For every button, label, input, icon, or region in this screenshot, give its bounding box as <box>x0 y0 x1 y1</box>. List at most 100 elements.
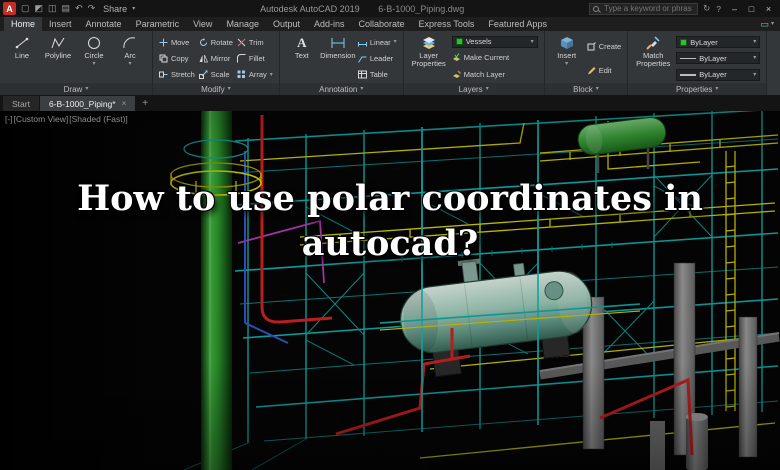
chevron-down-icon: ▾ <box>753 39 757 46</box>
make-current-button[interactable]: Make Current <box>452 51 538 64</box>
ribbon-display-toggle[interactable]: ▭ ▾ <box>754 17 780 31</box>
circle-button[interactable]: Circle ▾ <box>78 33 110 83</box>
maximize-button[interactable]: □ <box>743 1 760 17</box>
layer-dropdown[interactable]: Vessels ▾ <box>451 35 538 48</box>
title-line-1: How to use polar coordinates in <box>77 178 703 219</box>
new-file-icon[interactable]: ▢ <box>21 3 30 14</box>
layer-properties-button[interactable]: Layer Properties <box>410 33 448 83</box>
stretch-button[interactable]: Stretch <box>159 68 195 81</box>
arc-icon <box>123 37 136 49</box>
redo-icon[interactable]: ↷ <box>88 3 96 14</box>
lineweight-value: ByLayer <box>699 70 727 80</box>
panel-name: Properties <box>675 84 713 94</box>
match-layer-button[interactable]: Match Layer <box>452 68 538 81</box>
help-search <box>589 2 699 15</box>
open-file-icon[interactable]: ◩ <box>35 3 44 14</box>
edit-block-button[interactable]: Edit <box>587 64 622 77</box>
tab-featured-apps[interactable]: Featured Apps <box>481 17 554 31</box>
lineweight-dropdown[interactable]: ByLayer ▾ <box>676 68 761 81</box>
circle-icon <box>88 37 100 49</box>
panel-footer-draw[interactable]: Draw ▾ <box>0 83 152 95</box>
linetype-dropdown[interactable]: ByLayer ▾ <box>676 52 761 65</box>
rotate-icon <box>199 37 207 46</box>
tab-collaborate[interactable]: Collaborate <box>352 17 412 31</box>
object-color-value: ByLayer <box>690 37 718 47</box>
chevron-down-icon: ▾ <box>595 86 599 92</box>
array-button[interactable]: Array ▾ <box>237 68 273 81</box>
panel-annotation: A Text Dimension Linear ▾ Leader Table An… <box>279 31 404 95</box>
panel-footer-layers[interactable]: Layers ▾ <box>403 83 544 95</box>
mirror-icon <box>199 54 208 63</box>
viewport-menu-control[interactable]: [-] <box>5 114 13 124</box>
autocad-logo-icon[interactable]: A <box>3 2 16 15</box>
close-button[interactable]: × <box>760 1 777 17</box>
panel-footer-properties[interactable]: Properties ▾ <box>628 83 767 95</box>
panel-footer-annotation[interactable]: Annotation ▾ <box>279 83 403 95</box>
tab-output[interactable]: Output <box>266 17 307 31</box>
drawing-canvas[interactable] <box>0 111 780 470</box>
panel-name: Modify <box>201 84 225 94</box>
tab-express-tools[interactable]: Express Tools <box>412 17 482 31</box>
table-button[interactable]: Table <box>357 68 397 81</box>
line-button[interactable]: Line <box>6 33 38 83</box>
text-button[interactable]: A Text <box>286 33 318 83</box>
panel-footer-block[interactable]: Block ▾ <box>544 83 628 95</box>
sync-icon[interactable]: ↻ <box>703 3 710 14</box>
dimension-label: Dimension <box>320 51 356 60</box>
tab-manage[interactable]: Manage <box>219 17 266 31</box>
line-label: Line <box>14 51 30 60</box>
mirror-button[interactable]: Mirror <box>199 52 233 65</box>
linear-button[interactable]: Linear ▾ <box>357 36 397 49</box>
linetype-icon <box>680 57 697 59</box>
quick-access-toolbar: ▢ ◩ ◫ ▤ ↶ ↷ Share ▾ <box>21 3 135 14</box>
chevron-down-icon: ▾ <box>565 60 569 67</box>
save-file-icon[interactable]: ◫ <box>48 3 57 14</box>
object-color-dropdown[interactable]: ByLayer ▾ <box>676 36 761 49</box>
tab-insert[interactable]: Insert <box>42 17 79 31</box>
polyline-label: Polyline <box>44 51 72 60</box>
dimension-button[interactable]: Dimension <box>320 33 356 83</box>
file-tab-start[interactable]: Start <box>3 96 39 111</box>
tab-view[interactable]: View <box>186 17 219 31</box>
new-tab-button[interactable]: + <box>136 96 154 111</box>
move-icon <box>159 38 168 47</box>
undo-icon[interactable]: ↶ <box>75 3 83 14</box>
video-title-overlay: How to use polar coordinates in autocad? <box>0 177 780 267</box>
visual-style-control[interactable]: [Shaded (Fast)] <box>69 114 128 124</box>
view-control[interactable]: [Custom View] <box>14 114 69 124</box>
tab-close-icon[interactable]: × <box>122 99 127 108</box>
insert-block-button[interactable]: Insert ▾ <box>551 33 583 83</box>
autocad-window: A ▢ ◩ ◫ ▤ ↶ ↷ Share ▾ Autodesk AutoCAD 2… <box>0 0 780 470</box>
viewport-controls: [-] [Custom View] [Shaded (Fast)] <box>5 114 129 124</box>
file-tab-drawing[interactable]: 6-B-1000_Piping* × <box>39 96 136 111</box>
fillet-button[interactable]: Fillet <box>236 52 273 65</box>
create-block-button[interactable]: Create <box>587 40 621 53</box>
panel-modify: Move Copy Stretch Rotate Mirror Scale Tr… <box>153 31 280 95</box>
leader-button[interactable]: Leader <box>357 52 397 65</box>
titlebar: A ▢ ◩ ◫ ▤ ↶ ↷ Share ▾ Autodesk AutoCAD 2… <box>0 0 780 17</box>
tab-home[interactable]: Home <box>4 17 43 31</box>
polyline-button[interactable]: Polyline <box>42 33 74 83</box>
layer-properties-label: Layer Properties <box>411 51 446 68</box>
chevron-down-icon[interactable]: ▾ <box>132 6 135 12</box>
tab-addins[interactable]: Add-ins <box>307 17 352 31</box>
panel-footer-modify[interactable]: Modify ▾ <box>153 83 279 95</box>
arc-button[interactable]: Arc ▾ <box>114 33 146 83</box>
file-tab-label: 6-B-1000_Piping* <box>48 98 116 109</box>
match-properties-label: Match Properties <box>636 51 671 68</box>
scale-button[interactable]: Scale <box>198 68 233 81</box>
match-properties-button[interactable]: Match Properties <box>634 33 672 83</box>
share-button[interactable]: Share <box>103 4 127 14</box>
tab-annotate[interactable]: Annotate <box>79 17 129 31</box>
plot-icon[interactable]: ▤ <box>62 3 71 14</box>
rotate-button[interactable]: Rotate <box>199 36 233 49</box>
dimension-icon <box>331 38 345 48</box>
tab-parametric[interactable]: Parametric <box>129 17 187 31</box>
move-button[interactable]: Move <box>159 36 195 49</box>
drawing-viewport[interactable]: [-] [Custom View] [Shaded (Fast)] How to… <box>0 111 780 470</box>
help-icon[interactable]: ? <box>716 4 721 14</box>
trim-button[interactable]: Trim <box>237 36 273 49</box>
copy-button[interactable]: Copy <box>159 52 195 65</box>
minimize-button[interactable]: – <box>726 1 743 17</box>
search-input[interactable] <box>602 3 695 14</box>
